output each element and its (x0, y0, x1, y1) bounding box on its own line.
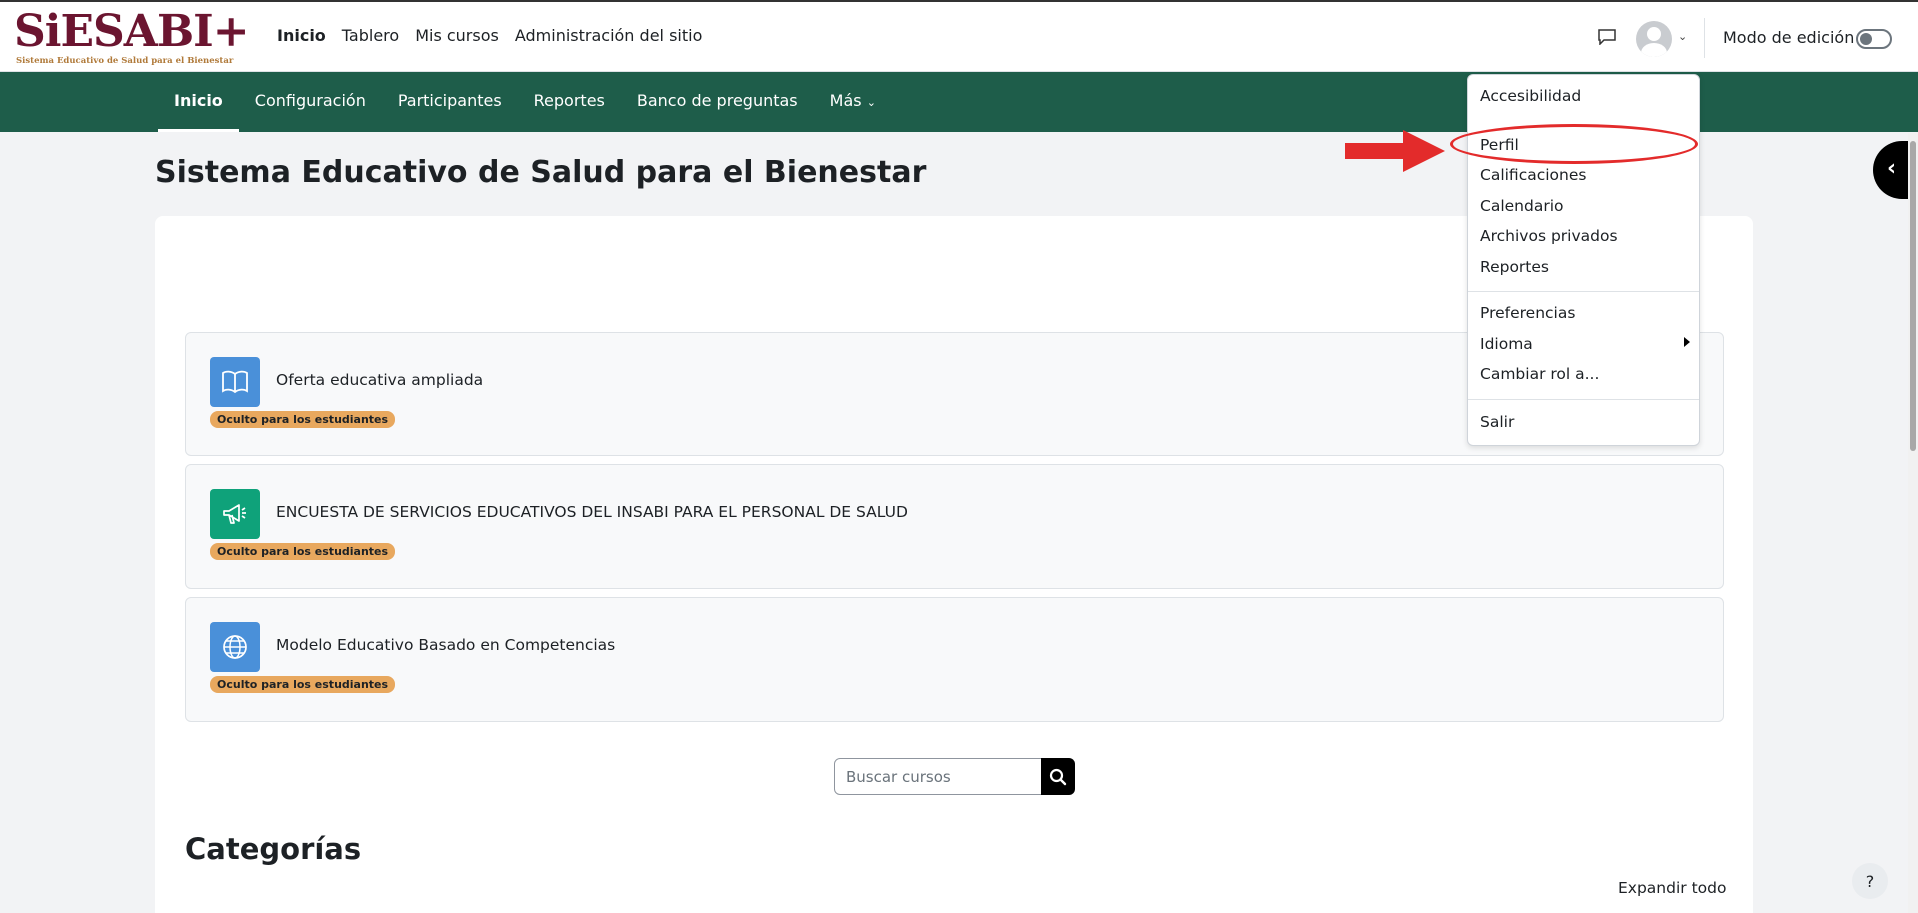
topnav-inicio[interactable]: Inicio (277, 26, 326, 45)
menu-item-accesibilidad[interactable]: Accesibilidad (1480, 87, 1581, 105)
secnav-inicio[interactable]: Inicio (158, 72, 239, 132)
user-avatar[interactable] (1636, 21, 1672, 57)
menu-item-calendario[interactable]: Calendario (1480, 197, 1564, 215)
red-ellipse-annotation (1450, 124, 1698, 164)
status-badge: Oculto para los estudiantes (210, 543, 396, 560)
book-icon (210, 357, 260, 407)
red-arrow-annotation (1345, 130, 1445, 172)
site-logo[interactable]: SiESABI+ Sistema Educativo de Salud para… (14, 6, 250, 68)
activity-link[interactable]: ENCUESTA DE SERVICIOS EDUCATIVOS DEL INS… (276, 503, 908, 521)
chevron-left-icon: ‹ (1887, 156, 1897, 181)
menu-item-idioma[interactable]: Idioma (1480, 335, 1533, 353)
activity-item: ENCUESTA DE SERVICIOS EDUCATIVOS DEL INS… (185, 464, 1724, 589)
secnav-mas[interactable]: Más ⌄ (814, 72, 892, 132)
megaphone-icon (210, 489, 260, 539)
primary-navigation: Inicio Tablero Mis cursos Administración… (277, 26, 702, 45)
categories-heading: Categorías (185, 832, 362, 866)
secnav-banco-preguntas[interactable]: Banco de preguntas (621, 72, 814, 132)
menu-item-calificaciones[interactable]: Calificaciones (1480, 166, 1586, 184)
logo-subtitle: Sistema Educativo de Salud para el Biene… (16, 56, 234, 66)
submenu-caret-icon (1684, 337, 1690, 347)
activity-item: Modelo Educativo Basado en Competencias … (185, 597, 1724, 722)
scrollbar-thumb[interactable] (1910, 141, 1916, 451)
page-scrollbar[interactable] (1908, 133, 1918, 913)
topnav-tablero[interactable]: Tablero (342, 26, 399, 45)
status-badge: Oculto para los estudiantes (210, 411, 396, 428)
menu-divider (1468, 399, 1699, 400)
page-title: Sistema Educativo de Salud para el Biene… (155, 155, 927, 190)
topnav-mis-cursos[interactable]: Mis cursos (415, 26, 499, 45)
menu-item-salir[interactable]: Salir (1480, 413, 1514, 431)
activity-link[interactable]: Oferta educativa ampliada (276, 371, 483, 389)
help-button[interactable]: ? (1852, 863, 1888, 899)
menu-item-archivos-privados[interactable]: Archivos privados (1480, 227, 1618, 245)
course-search (834, 758, 1075, 795)
topnav-administracion[interactable]: Administración del sitio (515, 26, 703, 45)
logo-wordmark: SiESABI+ (14, 6, 250, 57)
search-button[interactable] (1041, 758, 1075, 795)
secnav-participantes[interactable]: Participantes (382, 72, 518, 132)
menu-item-preferencias[interactable]: Preferencias (1480, 304, 1575, 322)
search-icon (1049, 768, 1067, 785)
secnav-reportes[interactable]: Reportes (518, 72, 621, 132)
menu-item-cambiar-rol[interactable]: Cambiar rol a... (1480, 365, 1599, 383)
activity-link[interactable]: Modelo Educativo Basado en Competencias (276, 636, 615, 654)
status-badge: Oculto para los estudiantes (210, 676, 396, 693)
menu-item-reportes[interactable]: Reportes (1480, 258, 1549, 276)
chevron-down-icon[interactable]: ⌄ (1678, 30, 1687, 43)
edit-mode-label: Modo de edición (1723, 28, 1855, 47)
chevron-down-icon: ⌄ (866, 96, 876, 109)
search-input[interactable] (834, 758, 1042, 795)
menu-divider (1468, 291, 1699, 292)
edit-mode-toggle[interactable] (1856, 29, 1892, 49)
globe-icon (210, 622, 260, 672)
expand-all-link[interactable]: Expandir todo (1618, 879, 1726, 897)
messages-icon[interactable] (1598, 29, 1616, 45)
secnav-configuracion[interactable]: Configuración (239, 72, 382, 132)
top-navbar: SiESABI+ Sistema Educativo de Salud para… (0, 0, 1918, 72)
divider (1704, 18, 1705, 58)
